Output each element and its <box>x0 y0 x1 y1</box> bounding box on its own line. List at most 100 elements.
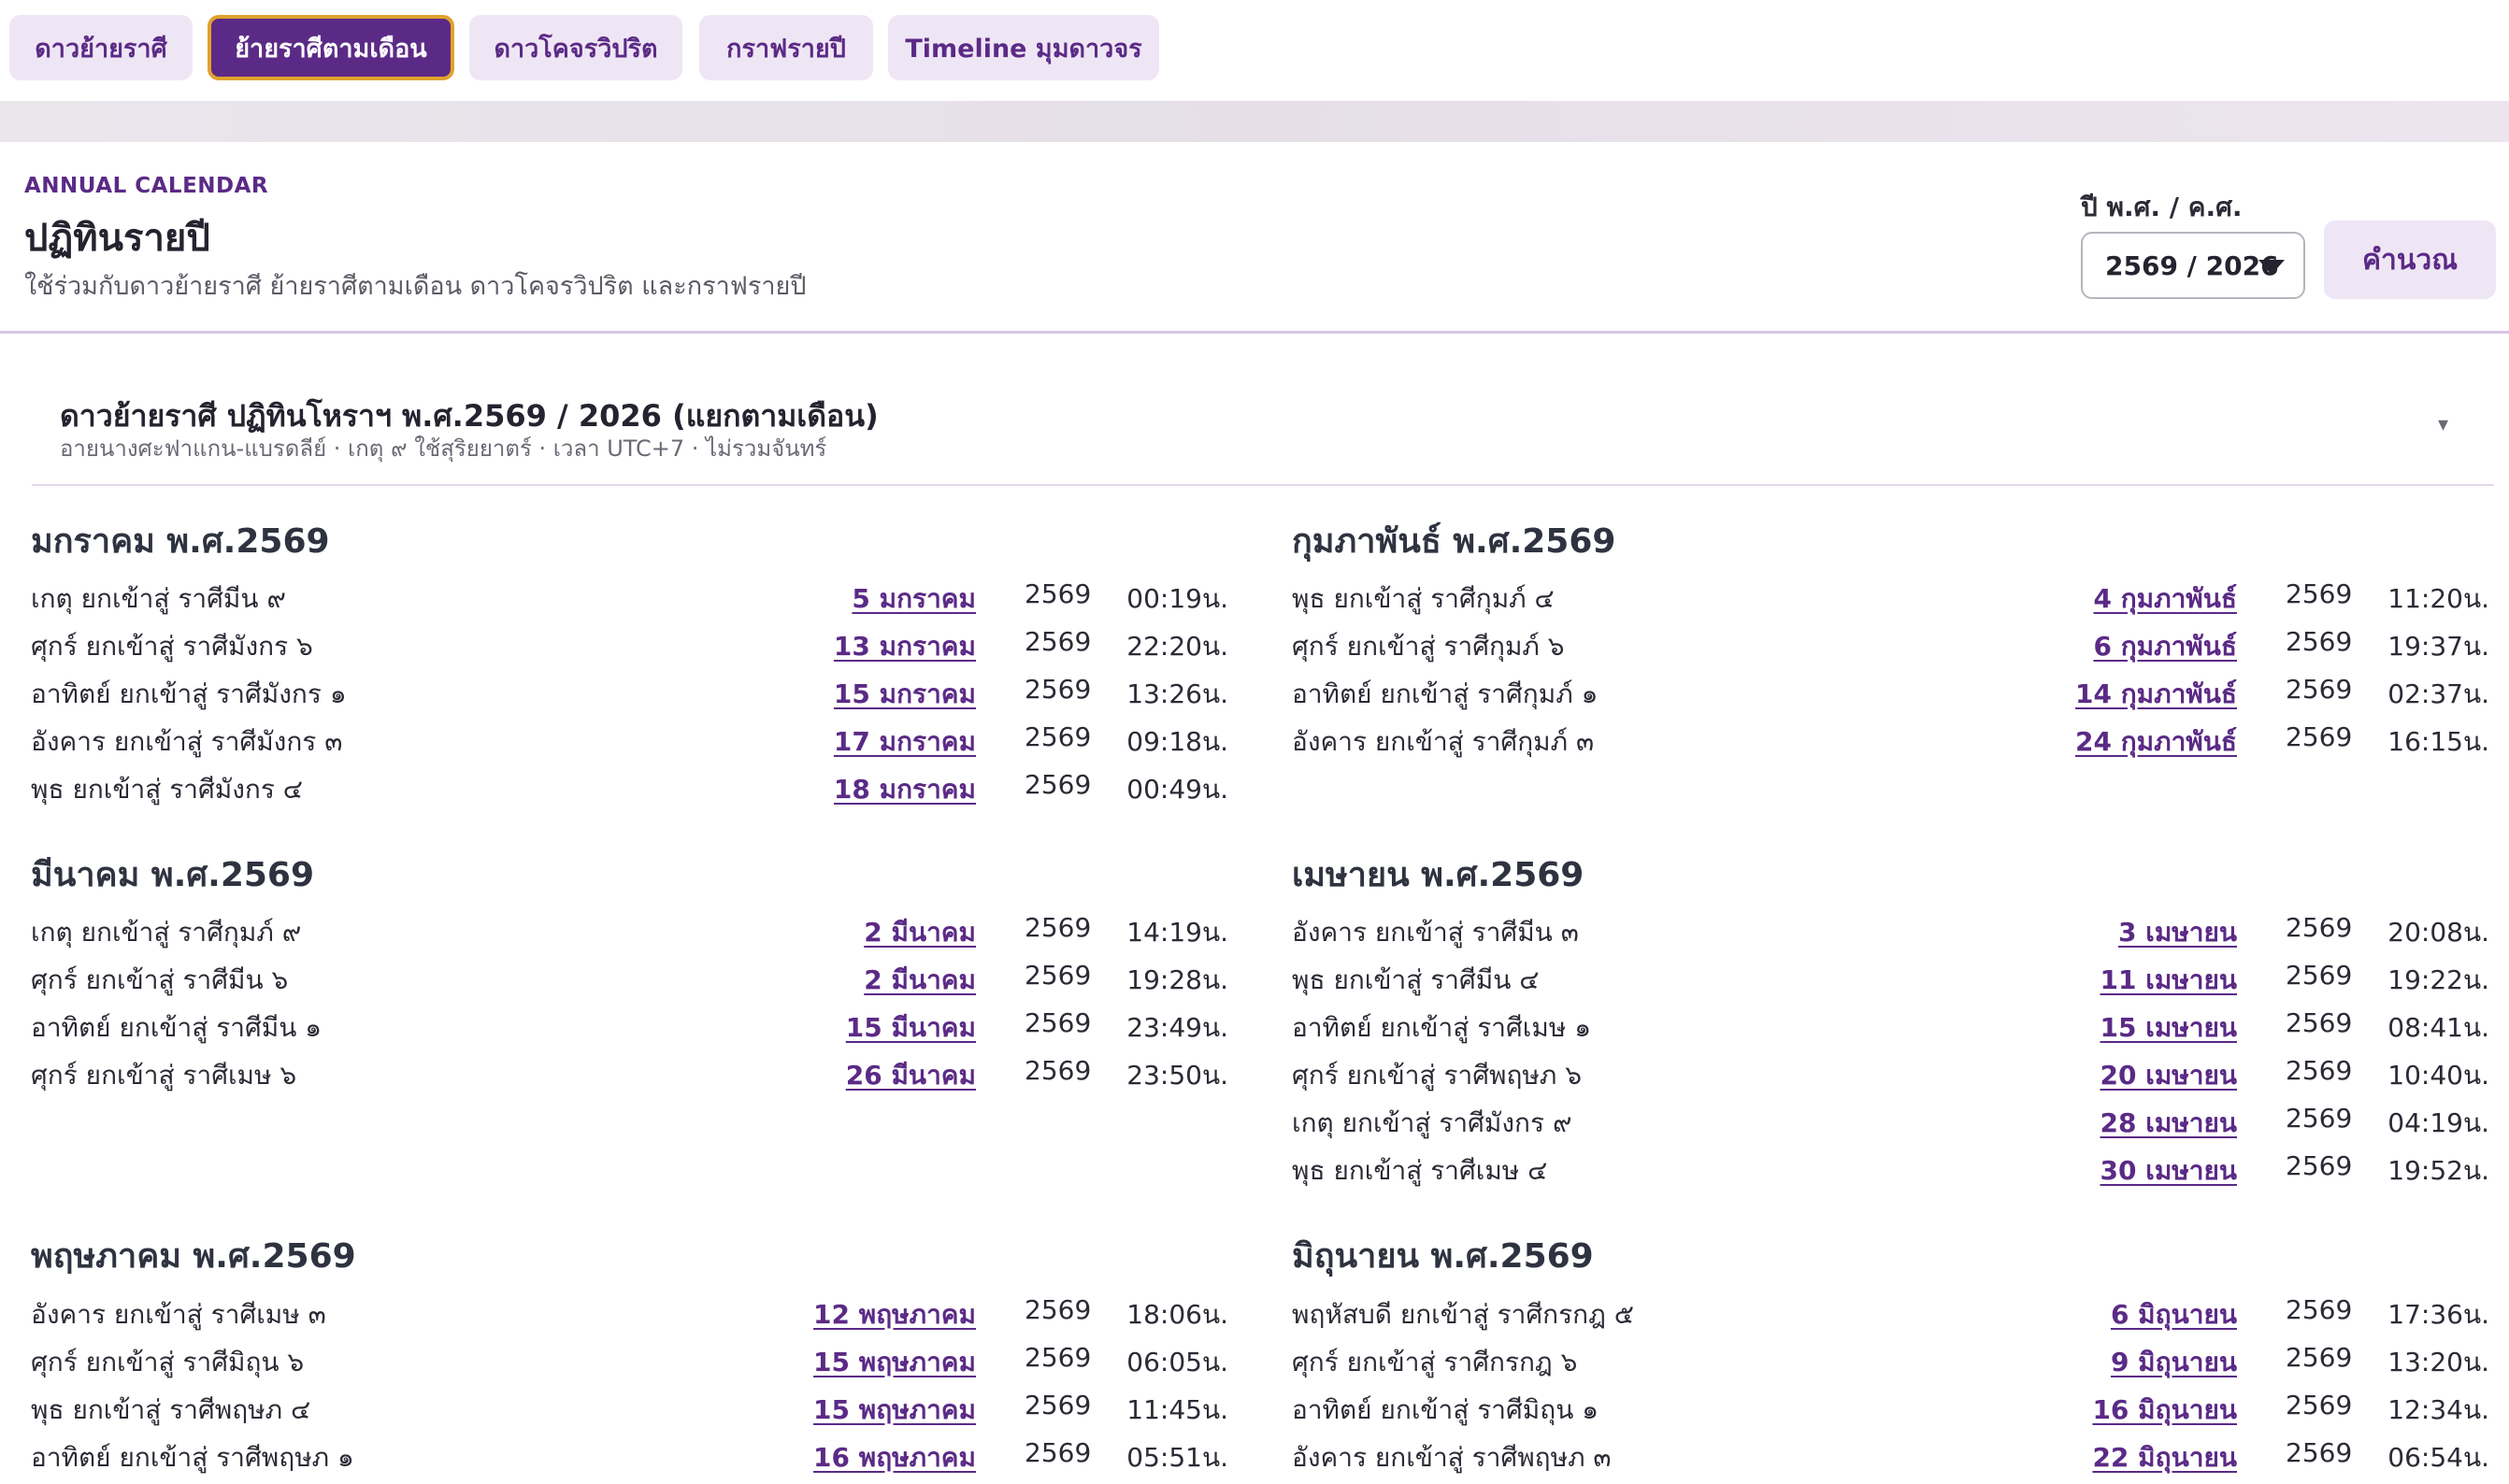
transit-date-link[interactable]: 30 เมษายน <box>2100 1150 2237 1191</box>
transit-time: 08:41น. <box>2387 1012 2489 1043</box>
transit-row: ศุกร์ ยกเข้าสู่ ราศีกุมภ์ ๖ 6 กุมภาพันธ์ 2… <box>1292 626 2489 673</box>
transit-date-link[interactable]: 28 เมษายน <box>2100 1103 2237 1144</box>
transit-time: 11:45น. <box>1126 1394 1228 1425</box>
transit-event: อาทิตย์ ยกเข้าสู่ ราศีกุมภ์ ๑ <box>1292 678 1599 709</box>
transit-date-link[interactable]: 24 กุมภาพันธ์ <box>2075 721 2237 763</box>
transit-year: 2569 <box>2286 960 2353 991</box>
transit-event: ศุกร์ ยกเข้าสู่ ราศีกุมภ์ ๖ <box>1292 631 1565 662</box>
transit-date-link[interactable]: 14 กุมภาพันธ์ <box>2075 674 2237 715</box>
transit-event: ศุกร์ ยกเข้าสู่ ราศีพฤษภ ๖ <box>1292 1060 1582 1091</box>
transit-year: 2569 <box>1025 1007 1092 1038</box>
transit-year: 2569 <box>1025 1294 1092 1325</box>
transit-year: 2569 <box>2286 578 2353 609</box>
year-select-value: 2569 / 2026 <box>2105 250 2279 281</box>
transit-date-link[interactable]: 22 มิถุนายน <box>2092 1437 2237 1478</box>
transit-date-link[interactable]: 13 มกราคม <box>834 626 976 667</box>
transit-time: 22:20น. <box>1126 631 1228 662</box>
transit-year: 2569 <box>1025 1055 1092 1086</box>
transit-date-link[interactable]: 2 มีนาคม <box>864 912 976 953</box>
transit-event: อังคาร ยกเข้าสู่ ราศีมังกร ๓ <box>31 726 343 757</box>
year-label: ปี พ.ศ. / ค.ศ. <box>2081 192 2243 222</box>
transit-year: 2569 <box>1025 1342 1092 1373</box>
transit-event: อังคาร ยกเข้าสู่ ราศีมีน ๓ <box>1292 917 1579 948</box>
transit-date-link[interactable]: 3 เมษายน <box>2118 912 2237 953</box>
transit-year: 2569 <box>1025 1390 1092 1420</box>
transit-date-link[interactable]: 15 มีนาคม <box>846 1007 976 1049</box>
transit-date-link[interactable]: 15 พฤษภาคม <box>813 1342 976 1383</box>
transit-date-link[interactable]: 5 มกราคม <box>852 578 976 620</box>
transit-time: 00:19น. <box>1126 583 1228 614</box>
transit-date-link[interactable]: 15 พฤษภาคม <box>813 1390 976 1431</box>
transit-date-link[interactable]: 6 มิถุนายน <box>2111 1294 2237 1335</box>
transit-date-link[interactable]: 20 เมษายน <box>2100 1055 2237 1096</box>
transit-date-link[interactable]: 4 กุมภาพันธ์ <box>2093 578 2237 620</box>
transit-row: อาทิตย์ ยกเข้าสู่ ราศีพฤษภ ๑ 16 พฤษภาคม 25… <box>31 1437 1228 1484</box>
transit-date-link[interactable]: 15 มกราคม <box>834 674 976 715</box>
transit-year: 2569 <box>2286 674 2353 705</box>
divider-band <box>0 101 2509 144</box>
transit-year: 2569 <box>2286 1342 2353 1373</box>
transit-time: 05:51น. <box>1126 1442 1228 1473</box>
transit-year: 2569 <box>1025 674 1092 705</box>
transit-row: ศุกร์ ยกเข้าสู่ ราศีมังกร ๖ 13 มกราคม 2569… <box>31 626 1228 673</box>
tab-timeline-aspects[interactable]: Timeline มุมดาวจร <box>888 15 1159 80</box>
tab-retrograde[interactable]: ดาวโคจรวิปริต <box>469 15 682 80</box>
transit-event: อังคาร ยกเข้าสู่ ราศีพฤษภ ๓ <box>1292 1442 1612 1473</box>
transit-date-link[interactable]: 6 กุมภาพันธ์ <box>2093 626 2237 667</box>
year-select[interactable]: 2569 / 2026 <box>2081 232 2305 299</box>
transit-year: 2569 <box>2286 721 2353 752</box>
transit-event: พุธ ยกเข้าสู่ ราศีมังกร ๔ <box>31 774 303 805</box>
transit-event: ศุกร์ ยกเข้าสู่ ราศีมีน ๖ <box>31 964 289 995</box>
transit-time: 06:54น. <box>2387 1442 2489 1473</box>
transit-row: พุธ ยกเข้าสู่ ราศีเมษ ๔ 30 เมษายน 2569 19:5… <box>1292 1150 2489 1197</box>
transit-year: 2569 <box>1025 769 1092 800</box>
collapse-toggle-icon[interactable]: ▾ <box>2438 413 2448 436</box>
transit-time: 20:08น. <box>2387 917 2489 948</box>
tab-planet-transits[interactable]: ดาวย้ายราศี <box>9 15 193 80</box>
transit-date-link[interactable]: 16 มิถุนายน <box>2092 1390 2237 1431</box>
transit-date-link[interactable]: 11 เมษายน <box>2100 960 2237 1001</box>
transit-time: 19:28น. <box>1126 964 1228 995</box>
transit-row: อาทิตย์ ยกเข้าสู่ ราศีมังกร ๑ 15 มกราคม 25… <box>31 674 1228 721</box>
transit-time: 14:19น. <box>1126 917 1228 948</box>
transit-date-link[interactable]: 2 มีนาคม <box>864 960 976 1001</box>
transit-row: อาทิตย์ ยกเข้าสู่ ราศีมีน ๑ 15 มีนาคม 2569… <box>31 1007 1228 1054</box>
transit-year: 2569 <box>1025 912 1092 943</box>
transit-date-link[interactable]: 16 พฤษภาคม <box>813 1437 976 1478</box>
transit-year: 2569 <box>2286 912 2353 943</box>
transit-row: เกตุ ยกเข้าสู่ ราศีกุมภ์ ๙ 2 มีนาคม 2569 14… <box>31 912 1228 959</box>
transit-time: 19:37น. <box>2387 631 2489 662</box>
transit-time: 23:49น. <box>1126 1012 1228 1043</box>
transit-year: 2569 <box>1025 578 1092 609</box>
transit-time: 16:15น. <box>2387 726 2489 757</box>
calculate-button[interactable]: คำนวณ <box>2324 221 2496 299</box>
transit-event: อังคาร ยกเข้าสู่ ราศีกุมภ์ ๓ <box>1292 726 1595 757</box>
transit-year: 2569 <box>2286 1103 2353 1134</box>
tab-bar: ดาวย้ายราศี ย้ายราศีตามเดือน ดาวโคจรวิปร… <box>0 0 2509 101</box>
tab-monthly-transits[interactable]: ย้ายราศีตามเดือน <box>208 15 454 80</box>
transit-date-link[interactable]: 12 พฤษภาคม <box>813 1294 976 1335</box>
transit-row: อังคาร ยกเข้าสู่ ราศีมีน ๓ 3 เมษายน 2569 20… <box>1292 912 2489 959</box>
tab-annual-graph[interactable]: กราฟรายปี <box>699 15 873 80</box>
transit-event: อาทิตย์ ยกเข้าสู่ ราศีมิถุน ๑ <box>1292 1394 1599 1425</box>
transit-event: ศุกร์ ยกเข้าสู่ ราศีมิถุน ๖ <box>31 1347 305 1377</box>
transit-time: 17:36น. <box>2387 1299 2489 1330</box>
transit-date-link[interactable]: 26 มีนาคม <box>846 1055 976 1096</box>
transit-row: อังคาร ยกเข้าสู่ ราศีกุมภ์ ๓ 24 กุมภาพันธ… <box>1292 721 2489 768</box>
transit-row: พุธ ยกเข้าสู่ ราศีมีน ๔ 11 เมษายน 2569 19:2… <box>1292 960 2489 1006</box>
transit-date-link[interactable]: 18 มกราคม <box>834 769 976 810</box>
transit-year: 2569 <box>1025 721 1092 752</box>
transit-row: พฤหัสบดี ยกเข้าสู่ ราศีกรกฎ ๕ 6 มิถุนายน 2… <box>1292 1294 2489 1341</box>
transit-date-link[interactable]: 17 มกราคม <box>834 721 976 763</box>
month-heading: พฤษภาคม พ.ศ.2569 <box>31 1237 356 1276</box>
transit-time: 19:22น. <box>2387 964 2489 995</box>
transit-date-link[interactable]: 15 เมษายน <box>2100 1007 2237 1049</box>
transit-event: เกตุ ยกเข้าสู่ ราศีมีน ๙ <box>31 583 286 614</box>
transit-date-link[interactable]: 9 มิถุนายน <box>2111 1342 2237 1383</box>
transit-row: พุธ ยกเข้าสู่ ราศีมังกร ๔ 18 มกราคม 2569 00… <box>31 769 1228 816</box>
chevron-down-icon <box>2258 260 2285 275</box>
transit-year: 2569 <box>2286 1055 2353 1086</box>
panel-subtitle: อายนางศะฟาแกน-แบรดลีย์ · เกตุ ๙ ใช้สุริย… <box>60 435 827 462</box>
transit-time: 19:52น. <box>2387 1155 2489 1186</box>
transit-event: เกตุ ยกเข้าสู่ ราศีกุมภ์ ๙ <box>31 917 302 948</box>
